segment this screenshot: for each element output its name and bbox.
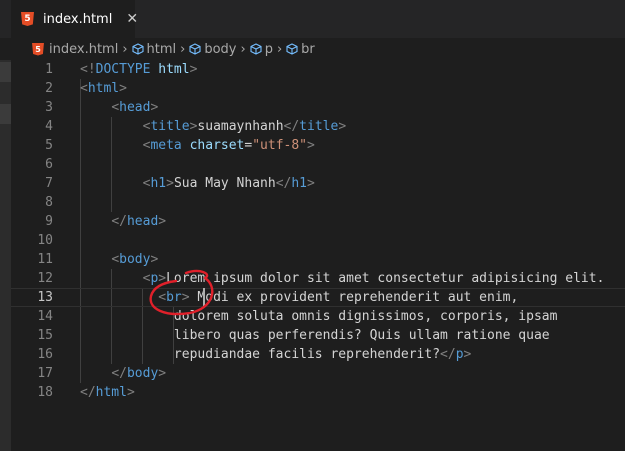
red-annotation-circle xyxy=(149,269,214,316)
